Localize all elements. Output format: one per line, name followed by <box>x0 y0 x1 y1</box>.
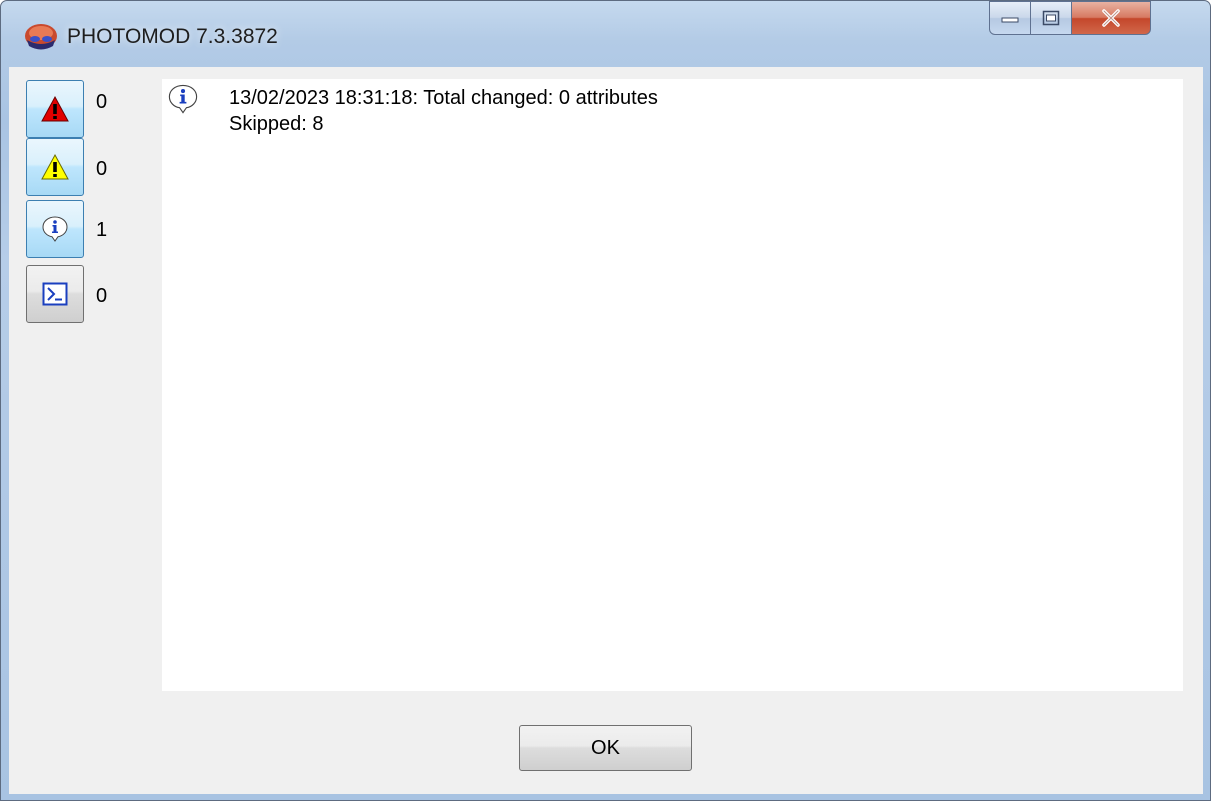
info-icon <box>42 216 68 242</box>
console-icon <box>42 282 68 306</box>
message-log[interactable]: 13/02/2023 18:31:18: Total changed: 0 at… <box>162 79 1183 691</box>
photomod-logo-icon <box>25 24 57 50</box>
console-filter-button[interactable] <box>26 265 84 323</box>
errors-filter-button[interactable] <box>26 80 84 138</box>
restore-icon <box>1042 10 1060 26</box>
photomod-window: PHOTOMOD 7.3.3872 0 0 1 0 13/02/2023 18:… <box>0 0 1211 801</box>
log-entry-line-1: 13/02/2023 18:31:18: Total changed: 0 at… <box>229 87 658 109</box>
log-entry-line-2: Skipped: 8 <box>229 113 324 135</box>
warnings-count: 0 <box>96 158 108 180</box>
warning-icon <box>41 153 69 180</box>
close-button[interactable] <box>1071 1 1151 35</box>
log-entry-text: 13/02/2023 18:31:18: Total changed: 0 at… <box>229 85 658 137</box>
console-count: 0 <box>96 285 108 307</box>
minimize-button[interactable] <box>989 1 1031 35</box>
ok-button[interactable]: OK <box>519 725 692 771</box>
info-count: 1 <box>96 219 108 241</box>
dialog-body: 0 0 1 0 13/02/2023 18:31:18: Total chang… <box>9 67 1203 794</box>
error-icon <box>41 95 69 122</box>
restore-button[interactable] <box>1030 1 1072 35</box>
title-bar[interactable]: PHOTOMOD 7.3.3872 <box>1 1 1210 67</box>
close-icon <box>1102 9 1120 27</box>
warnings-filter-button[interactable] <box>26 138 84 196</box>
errors-count: 0 <box>96 91 108 113</box>
minimize-icon <box>1001 17 1019 23</box>
info-icon <box>168 84 198 114</box>
window-title: PHOTOMOD 7.3.3872 <box>67 25 278 48</box>
info-filter-button[interactable] <box>26 200 84 258</box>
